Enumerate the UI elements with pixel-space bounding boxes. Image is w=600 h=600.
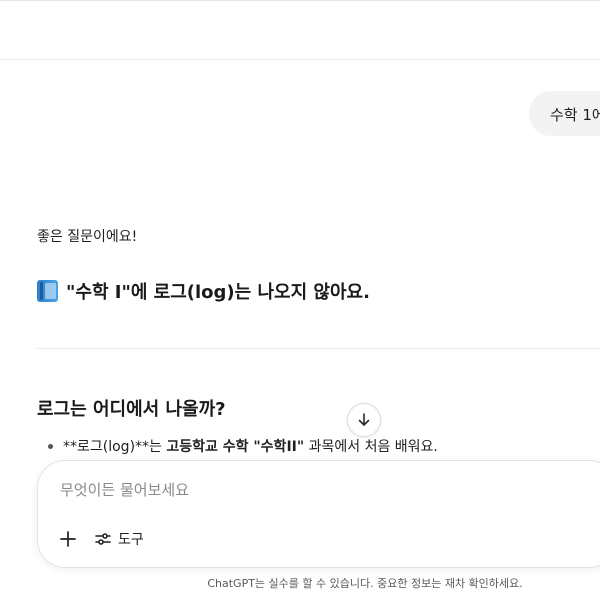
sliders-icon [95, 533, 111, 545]
list-item-text-bold: 고등학교 수학 "수학II" [166, 439, 305, 455]
section-divider [37, 348, 600, 349]
message-input[interactable] [60, 481, 560, 499]
section-heading: 로그는 어디에서 나올까? [37, 399, 226, 420]
tools-button[interactable]: 도구 [94, 527, 144, 551]
top-bar [0, 0, 600, 60]
user-message-bubble: 수학 1에 [529, 91, 600, 136]
scroll-down-button[interactable] [347, 403, 381, 437]
chat-page: 수학 1에 좋은 질문이에요! "수학 I"에 로그(log)는 나오지 않아요… [0, 0, 600, 600]
list-item-text: **로그(log)**는 고등학교 수학 "수학II" 과목에서 처음 배워요. [63, 436, 438, 456]
list-item-text-part3: 과목에서 처음 배워요. [304, 439, 438, 455]
message-composer: 도구 [37, 460, 600, 568]
arrow-down-icon [358, 413, 370, 426]
list-item-text-part1: **로그(log)**는 [63, 439, 167, 455]
headline-text: "수학 I"에 로그(log)는 나오지 않아요. [66, 282, 370, 303]
blue-book-icon [37, 280, 58, 302]
plus-icon [60, 531, 76, 547]
assistant-intro-text: 좋은 질문이에요! [37, 229, 138, 245]
bullet-dot [48, 443, 53, 449]
add-attachment-button[interactable] [56, 527, 80, 551]
user-message-text: 수학 1에 [550, 106, 600, 124]
tools-label: 도구 [118, 532, 144, 548]
disclaimer-text: ChatGPT는 실수를 할 수 있습니다. 중요한 정보는 재차 확인하세요. [207, 577, 523, 590]
assistant-headline: "수학 I"에 로그(log)는 나오지 않아요. [37, 278, 370, 304]
list-item: **로그(log)**는 고등학교 수학 "수학II" 과목에서 처음 배워요. [48, 436, 438, 456]
